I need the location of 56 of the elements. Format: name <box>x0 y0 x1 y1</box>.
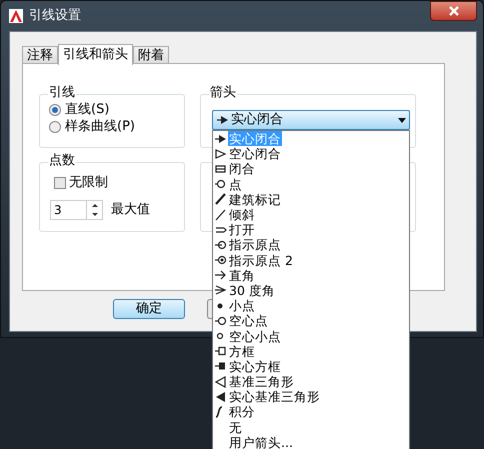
dropdown-option[interactable]: 指示原点 <box>213 237 409 252</box>
double-circle-icon <box>214 254 227 266</box>
ok-button[interactable]: 确定 <box>113 299 185 319</box>
radio-label: 样条曲线(P) <box>65 119 135 135</box>
radio-button[interactable] <box>49 121 61 133</box>
radio-button[interactable] <box>49 104 61 116</box>
dropdown-option[interactable]: 实心方框 <box>213 358 409 374</box>
group-title: 引线 <box>48 85 76 101</box>
filled-square-icon <box>214 360 227 372</box>
dropdown-option[interactable]: 建筑标记 <box>213 192 409 207</box>
close-button[interactable] <box>430 1 477 21</box>
group-title: 点数 <box>48 153 76 169</box>
checkbox-label: 无限制 <box>69 174 108 192</box>
slash-icon <box>214 208 227 221</box>
dropdown-option[interactable]: 方框 <box>213 344 409 359</box>
ring-icon <box>214 178 227 190</box>
checkbox[interactable] <box>54 176 66 189</box>
triangle-icon <box>214 376 227 388</box>
origin-icon <box>214 238 227 251</box>
dropdown-option[interactable]: 闭合 <box>213 161 409 177</box>
dropdown-option[interactable]: 小点 <box>213 298 409 314</box>
dropdown-option[interactable]: 空心点 <box>213 313 409 328</box>
dropdown-option[interactable]: 指示原点 2 <box>213 252 409 268</box>
dropdown-option[interactable]: 无 <box>213 420 409 435</box>
dropdown-option[interactable]: 打开 <box>213 222 409 238</box>
tab[interactable]: 注释 <box>22 46 58 64</box>
filled-triangle-icon <box>214 390 227 403</box>
filled-arrow-icon <box>214 132 227 145</box>
dropdown-option[interactable]: 空心小点 <box>213 328 409 344</box>
tab[interactable]: 附着 <box>133 46 169 64</box>
dropdown-option[interactable]: 空心闭合 <box>213 146 409 162</box>
dropdown-option[interactable]: 基准三角形 <box>213 374 409 390</box>
app-logo-icon <box>9 9 23 23</box>
square-icon <box>214 345 227 358</box>
spin-field[interactable]: 3 <box>50 200 103 220</box>
wide-arrow-icon <box>214 284 227 296</box>
dropdown-option[interactable]: 实心基准三角形 <box>213 389 409 404</box>
radio-label: 直线(S) <box>65 102 110 118</box>
right-arrow-icon <box>214 269 227 282</box>
close-icon <box>448 6 458 16</box>
dropdown-option[interactable]: 倾斜 <box>213 206 409 222</box>
caret-icon <box>398 118 406 122</box>
dropdown-option[interactable]: 积分 <box>213 404 409 420</box>
dropdown-option[interactable]: 用户箭头... <box>213 434 409 449</box>
window-title: 引线设置 <box>29 7 81 26</box>
filled-arrow-icon <box>216 114 229 126</box>
hollow-arrow-icon <box>214 148 227 160</box>
group-title: 箭头 <box>209 85 237 101</box>
hollow-dot-icon <box>214 314 227 327</box>
tab[interactable]: 引线和箭头 <box>58 44 133 65</box>
dropdown[interactable]: 实心闭合 <box>212 110 410 130</box>
dropdown-option[interactable]: 直角 <box>213 268 409 283</box>
dropdown-option[interactable]: 30 度角 <box>213 282 409 298</box>
max-label: 最大值 <box>111 200 150 219</box>
thick-slash-icon <box>214 193 227 206</box>
dropdown-option[interactable]: 点 <box>213 176 409 192</box>
